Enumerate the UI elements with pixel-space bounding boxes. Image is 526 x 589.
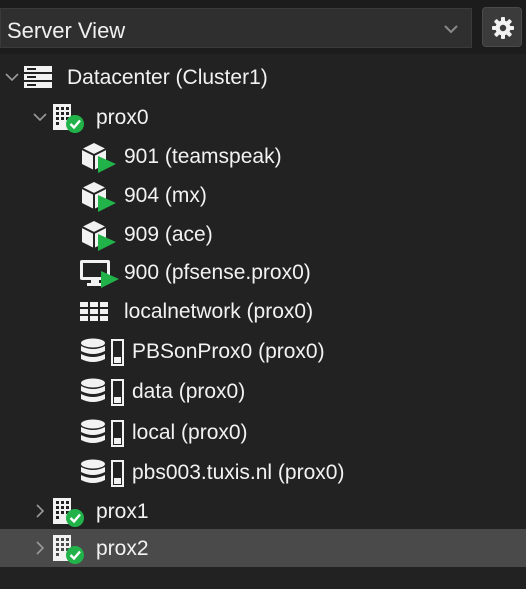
storage-icon — [81, 338, 124, 366]
view-selector[interactable]: Server View — [0, 8, 472, 48]
tree-item-container-909[interactable]: 909 (ace) — [0, 215, 526, 253]
server-online-icon — [53, 498, 84, 527]
tree-item-storage-pbs003[interactable]: pbs003.tuxis.nl (prox0) — [0, 453, 526, 491]
tree-item-label: prox2 — [96, 537, 149, 560]
tree-item-label: local (prox0) — [132, 421, 248, 444]
top-toolbar: Server View — [0, 0, 526, 54]
view-selector-value: Server View — [7, 18, 126, 43]
tree-item-label: localnetwork (prox0) — [124, 300, 314, 323]
container-running-icon — [81, 182, 116, 212]
storage-icon — [81, 459, 124, 487]
chevron-down-icon — [444, 25, 458, 34]
storage-icon — [81, 378, 124, 406]
settings-button[interactable] — [482, 7, 522, 47]
tree-item-datacenter[interactable]: Datacenter (Cluster1) — [0, 58, 526, 96]
tree-item-node-prox0[interactable]: prox0 — [0, 98, 526, 136]
tree-item-storage-pbsonprox0[interactable]: PBSonProx0 (prox0) — [0, 332, 526, 370]
tree-item-node-prox1[interactable]: prox1 — [0, 492, 526, 530]
server-online-icon — [53, 535, 84, 564]
chevron-down-icon[interactable] — [32, 109, 48, 125]
tree-item-sdn-localnetwork[interactable]: localnetwork (prox0) — [0, 292, 526, 330]
network-zone-icon — [80, 302, 108, 321]
container-running-icon — [81, 221, 116, 251]
tree-item-label: prox1 — [96, 500, 149, 523]
tree-item-container-901[interactable]: 901 (teamspeak) — [0, 137, 526, 175]
chevron-right-icon[interactable] — [32, 503, 48, 519]
vm-running-icon — [80, 260, 119, 288]
tree-item-label: PBSonProx0 (prox0) — [132, 340, 325, 363]
resource-tree: Datacenter (Cluster1) prox0 901 (teamspe… — [0, 56, 526, 589]
gear-icon — [492, 17, 514, 39]
tree-item-label: data (prox0) — [132, 380, 246, 403]
chevron-down-icon[interactable] — [4, 69, 20, 85]
tree-item-node-prox2[interactable]: prox2 — [0, 529, 526, 567]
datacenter-icon — [24, 66, 52, 88]
tree-item-label: 901 (teamspeak) — [124, 145, 282, 168]
tree-item-storage-data[interactable]: data (prox0) — [0, 372, 526, 410]
tree-item-label: 909 (ace) — [124, 223, 213, 246]
tree-item-container-904[interactable]: 904 (mx) — [0, 176, 526, 214]
tree-item-storage-local[interactable]: local (prox0) — [0, 413, 526, 451]
storage-icon — [81, 419, 124, 447]
server-online-icon — [53, 104, 84, 133]
tree-item-label: prox0 — [96, 106, 149, 129]
tree-item-label: 900 (pfsense.prox0) — [124, 261, 311, 284]
chevron-right-icon[interactable] — [32, 540, 48, 556]
container-running-icon — [81, 143, 116, 173]
tree-item-label: 904 (mx) — [124, 184, 207, 207]
tree-item-label: pbs003.tuxis.nl (prox0) — [132, 461, 345, 484]
tree-item-label: Datacenter (Cluster1) — [67, 66, 268, 89]
tree-item-vm-900[interactable]: 900 (pfsense.prox0) — [0, 253, 526, 291]
